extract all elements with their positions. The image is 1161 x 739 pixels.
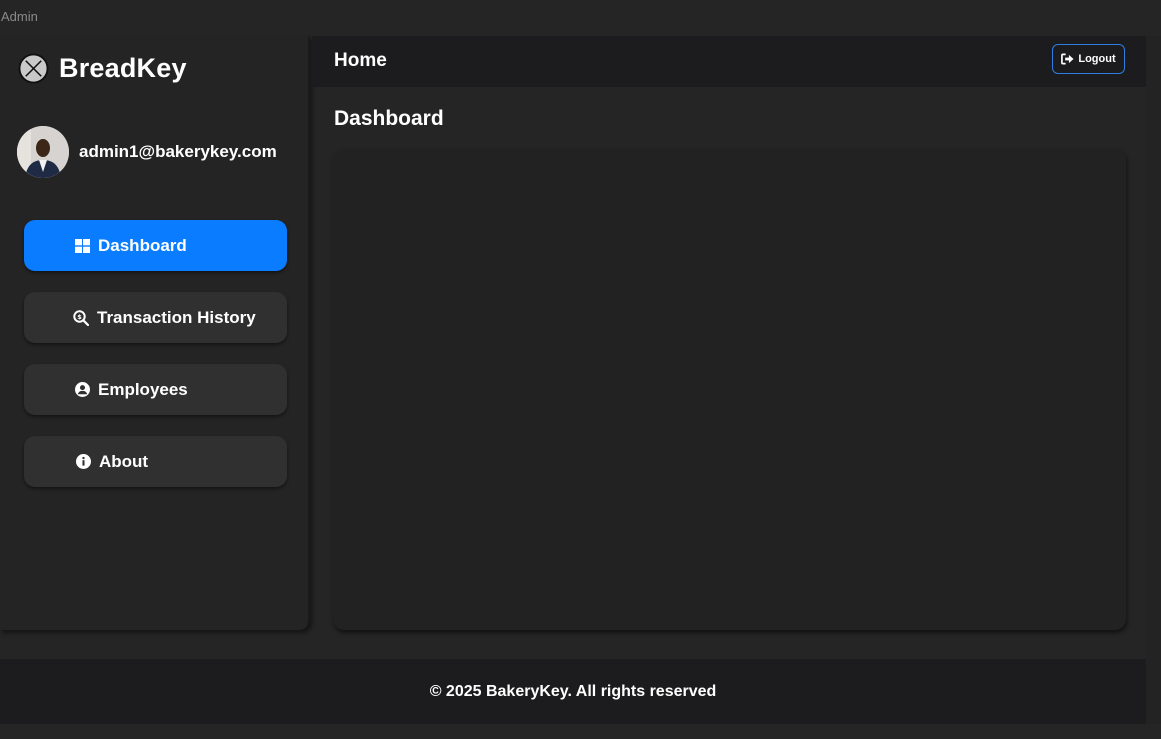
- window-title: Admin: [1, 9, 38, 24]
- user-profile: admin1@bakerykey.com: [17, 126, 277, 178]
- info-circle-icon: [75, 454, 91, 470]
- sidebar-item-transaction-history[interactable]: $ Transaction History: [24, 292, 287, 343]
- sidebar-nav: Dashboard $ Transaction History Employee…: [24, 220, 287, 508]
- scrollbar-track[interactable]: [1146, 36, 1161, 724]
- sidebar-item-employees[interactable]: Employees: [24, 364, 287, 415]
- sidebar-item-label: Transaction History: [97, 307, 256, 327]
- top-bar: Home Logout: [312, 36, 1147, 87]
- avatar: [17, 126, 69, 178]
- logout-button[interactable]: Logout: [1052, 44, 1125, 74]
- sidebar: BreadKey admin1@bakerykey.com Dashboard …: [0, 36, 310, 630]
- page-title: Home: [334, 50, 387, 71]
- logout-label: Logout: [1078, 53, 1116, 65]
- x-circle-icon: [18, 53, 49, 84]
- dashboard-heading: Dashboard: [334, 107, 444, 130]
- sidebar-item-dashboard[interactable]: Dashboard: [24, 220, 287, 271]
- sidebar-item-about[interactable]: About: [24, 436, 287, 487]
- user-circle-icon: [74, 382, 90, 398]
- sidebar-item-label: Dashboard: [98, 235, 187, 255]
- search-dollar-icon: $: [73, 309, 89, 326]
- sign-out-icon: [1061, 53, 1074, 65]
- brand-name: BreadKey: [59, 53, 187, 83]
- grid-icon: [74, 238, 90, 254]
- footer-copyright: © 2025 BakeryKey. All rights reserved: [429, 682, 717, 700]
- svg-text:$: $: [77, 313, 82, 321]
- user-email: admin1@bakerykey.com: [79, 142, 277, 161]
- sidebar-item-label: About: [99, 451, 149, 471]
- footer: © 2025 BakeryKey. All rights reserved: [0, 659, 1146, 724]
- dashboard-content-panel: [333, 149, 1126, 630]
- brand[interactable]: BreadKey: [18, 53, 187, 84]
- sidebar-item-label: Employees: [98, 379, 188, 399]
